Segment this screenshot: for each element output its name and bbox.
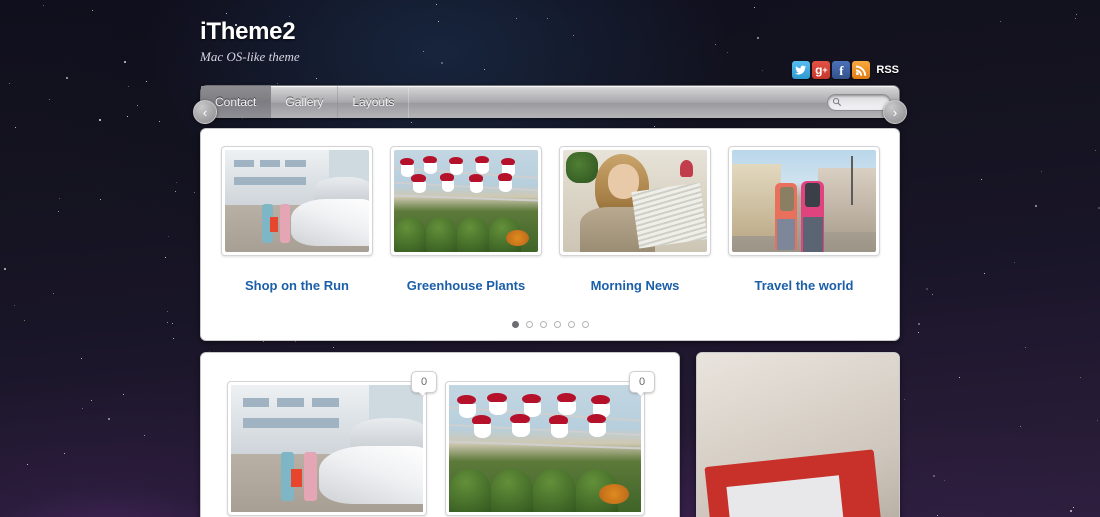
blog-posts-panel: 0 0: [200, 352, 680, 517]
slide-thumbnail[interactable]: [221, 146, 373, 256]
slide-title[interactable]: Greenhouse Plants: [390, 278, 542, 293]
slide-item[interactable]: Morning News: [559, 146, 711, 293]
slider-slides: Shop on the Run Greenhouse Plants Mornin…: [221, 146, 880, 293]
google-plus-icon[interactable]: g +: [812, 61, 831, 79]
slide-thumbnail[interactable]: [728, 146, 880, 256]
slide-item[interactable]: Travel the world: [728, 146, 880, 293]
slide-title[interactable]: Shop on the Run: [221, 278, 373, 293]
post-card[interactable]: 0: [227, 371, 437, 516]
list-item[interactable]: Are Your Kids Under Stress? June 25, 200…: [697, 353, 899, 517]
site-tagline: Mac OS-like theme: [200, 49, 300, 64]
comment-count-badge[interactable]: 0: [629, 371, 655, 393]
nav-item-layouts[interactable]: Layouts: [338, 86, 410, 118]
page-root: iTheme2 Mac OS-like theme g + f RSS Conta…: [0, 0, 1100, 517]
slide-title[interactable]: Travel the world: [728, 278, 880, 293]
twitter-icon[interactable]: [792, 61, 811, 79]
site-title: iTheme2: [200, 18, 296, 45]
comment-count-badge[interactable]: 0: [411, 371, 437, 393]
comment-count: 0: [420, 376, 428, 388]
pagination-dot[interactable]: [511, 321, 519, 328]
search-box[interactable]: [827, 93, 891, 111]
post-thumbnail[interactable]: [227, 381, 427, 516]
pagination-dot[interactable]: [581, 321, 589, 328]
main-navigation: Contact Gallery Layouts: [200, 85, 900, 118]
nav-label: Layouts: [352, 95, 395, 109]
slide-title[interactable]: Morning News: [559, 278, 711, 293]
comment-count: 0: [638, 376, 646, 388]
pagination-dot[interactable]: [553, 321, 561, 328]
nav-label: Gallery: [285, 95, 324, 109]
facebook-icon[interactable]: f: [832, 61, 851, 79]
slide-item[interactable]: Greenhouse Plants: [390, 146, 542, 293]
pagination-dot[interactable]: [539, 321, 547, 328]
featured-slider: Shop on the Run Greenhouse Plants Mornin…: [200, 128, 900, 341]
recent-posts-list: How to Shop for Healthy Fruits June 25, …: [697, 353, 899, 517]
search-icon: [832, 97, 842, 107]
rss-icon[interactable]: [852, 61, 871, 79]
nav-item-gallery[interactable]: Gallery: [271, 86, 339, 118]
search-input[interactable]: [842, 97, 886, 107]
social-links: g + f RSS: [792, 61, 899, 79]
nav-label: Contact: [215, 95, 257, 109]
sidebar-widget: Recent Posts How to Shop for Healthy Fru…: [696, 352, 900, 517]
rss-label: RSS: [876, 64, 899, 76]
post-thumbnail[interactable]: [445, 381, 645, 516]
slider-pagination: [201, 321, 899, 328]
post-card[interactable]: 0: [445, 371, 655, 516]
slide-item[interactable]: Shop on the Run: [221, 146, 373, 293]
chevron-left-icon: ‹: [202, 104, 208, 120]
slide-thumbnail[interactable]: [559, 146, 711, 256]
post-avatar: [697, 353, 899, 517]
pagination-dot[interactable]: [525, 321, 533, 328]
pagination-dot[interactable]: [567, 321, 575, 328]
posts-row: 0 0: [227, 371, 655, 516]
slider-prev-arrow-icon[interactable]: ‹: [193, 100, 217, 124]
slide-thumbnail[interactable]: [390, 146, 542, 256]
slider-next-arrow-icon[interactable]: ›: [883, 100, 907, 124]
chevron-right-icon: ›: [892, 104, 898, 120]
